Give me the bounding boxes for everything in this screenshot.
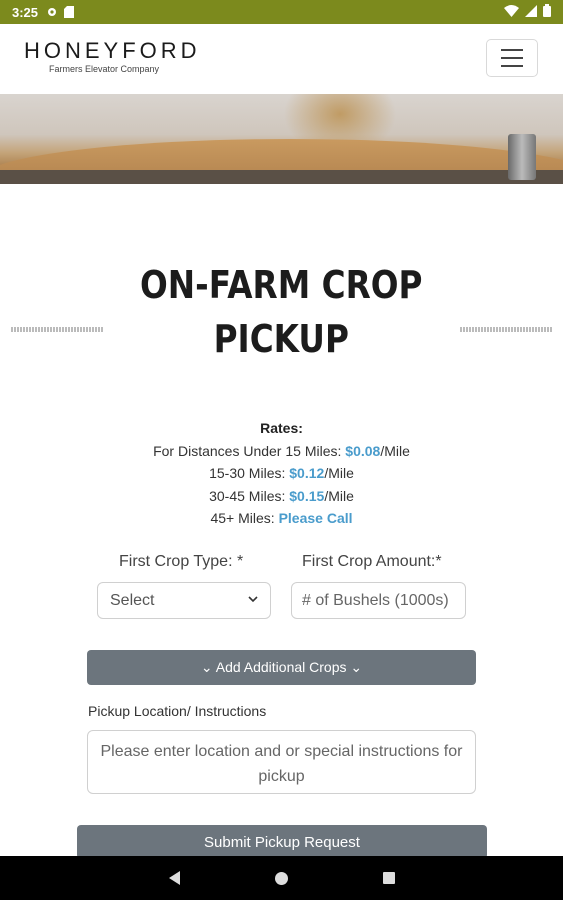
- crop-amount-input[interactable]: # of Bushels (1000s): [291, 582, 466, 619]
- rates-section: Rates: For Distances Under 15 Miles: $0.…: [0, 417, 563, 530]
- auger-pipe: [508, 134, 536, 180]
- hamburger-menu-icon: [501, 49, 523, 51]
- crop-type-select[interactable]: Select: [97, 582, 271, 619]
- rate-label: 30-45 Miles:: [209, 487, 290, 504]
- crop-type-label: First Crop Type: *: [119, 553, 244, 570]
- pickup-instructions-textarea[interactable]: Please enter location and or special ins…: [87, 730, 476, 794]
- rate-value: $0.08: [345, 442, 381, 459]
- sd-card-icon: [64, 6, 75, 18]
- rate-suffix: /Mile: [380, 442, 410, 459]
- logo-subtext: Farmers Elevator Company: [49, 64, 160, 74]
- logo-text: HONEYFORD: [24, 38, 201, 63]
- hamburger-menu-button[interactable]: [486, 39, 538, 77]
- crop-type-value: Select: [110, 592, 155, 609]
- submit-pickup-request-button[interactable]: Submit Pickup Request: [77, 825, 487, 859]
- page-title: ON-FARM CROP PICKUP: [0, 258, 563, 366]
- rate-row: 30-45 Miles: $0.15/Mile: [0, 485, 563, 508]
- crop-amount-label: First Crop Amount:*: [302, 553, 442, 570]
- rate-row: 15-30 Miles: $0.12/Mile: [0, 462, 563, 485]
- page-title-line1: ON-FARM CROP: [140, 263, 423, 307]
- wifi-icon: [504, 4, 519, 17]
- rate-value: Please Call: [278, 510, 353, 526]
- rate-suffix: /Mile: [324, 487, 354, 504]
- rate-row: 45+ Miles: Please Call: [0, 507, 563, 530]
- status-time: 3:25: [12, 4, 39, 20]
- rate-label: For Distances Under 15 Miles:: [153, 442, 346, 459]
- home-icon[interactable]: [274, 871, 288, 885]
- logo[interactable]: HONEYFORD: [24, 38, 201, 64]
- pickup-location-label: Pickup Location/ Instructions: [88, 703, 267, 719]
- trailer-edge: [0, 170, 563, 184]
- hero-grain-image: [0, 94, 563, 184]
- rates-heading: Rates:: [260, 420, 303, 436]
- chevron-down-icon: [248, 594, 258, 606]
- site-header: HONEYFORD Farmers Elevator Company: [0, 24, 563, 94]
- signal-icon: [525, 4, 537, 17]
- rate-suffix: /Mile: [324, 465, 354, 481]
- rate-value: $0.12: [289, 465, 325, 481]
- system-nav-bar: [0, 856, 563, 900]
- recents-icon[interactable]: [382, 872, 395, 884]
- rate-label: 45+ Miles:: [210, 510, 279, 526]
- hamburger-line: [501, 57, 523, 59]
- gear-icon: [48, 8, 57, 16]
- add-additional-crops-button[interactable]: ⌄ Add Additional Crops ⌄: [87, 650, 476, 685]
- page-title-line2: PICKUP: [213, 317, 350, 361]
- rate-row: For Distances Under 15 Miles: $0.08/Mile: [0, 440, 563, 463]
- back-icon[interactable]: [168, 871, 180, 885]
- status-bar: 3:25: [0, 0, 563, 24]
- rate-value: $0.15: [289, 487, 325, 504]
- battery-icon: [543, 4, 551, 17]
- rate-label: 15-30 Miles:: [209, 465, 290, 481]
- hamburger-line: [501, 65, 523, 67]
